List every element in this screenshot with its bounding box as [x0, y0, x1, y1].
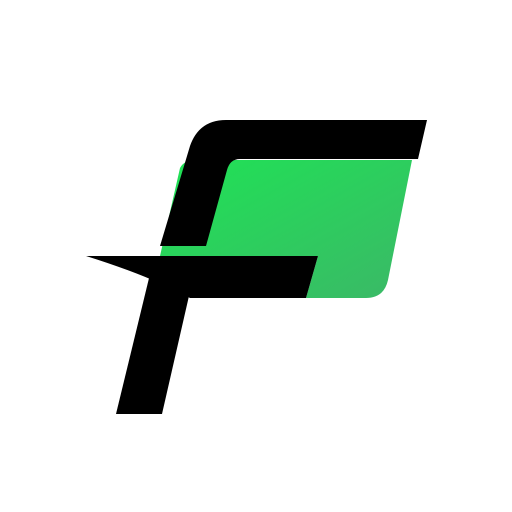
app-logo [0, 0, 512, 512]
